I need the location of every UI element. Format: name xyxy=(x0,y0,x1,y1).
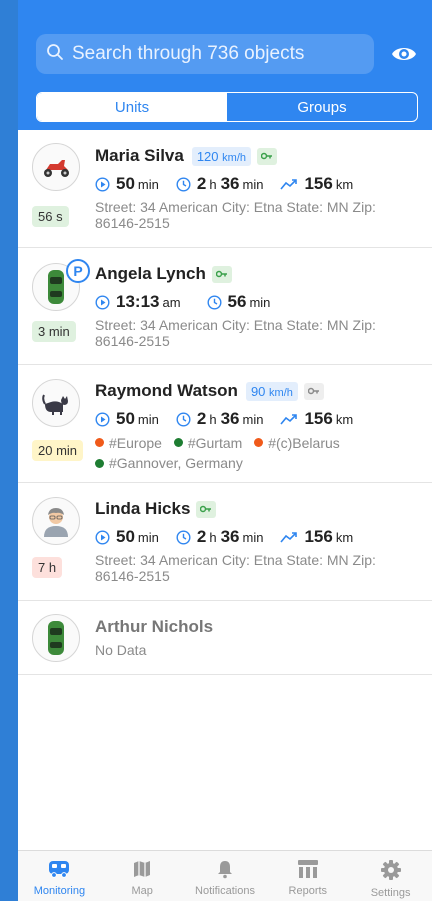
list-item[interactable]: P 3 min Angela Lynch 13:13 am 56 min Str… xyxy=(18,248,432,365)
clock-icon xyxy=(176,411,191,427)
unit-address: Street: 34 American City: Etna State: MN… xyxy=(95,199,376,231)
list-item[interactable]: 7 h Linda Hicks 50 min 2 h 36 min 156 km… xyxy=(18,483,432,601)
key-icon xyxy=(196,500,217,518)
list-item[interactable]: 20 min Raymond Watson 90 km/h 50 min 2 h 36… xyxy=(18,365,432,483)
tab-settings[interactable]: Settings xyxy=(349,851,432,901)
person-icon xyxy=(32,497,80,545)
search-input[interactable]: Search through 736 objects xyxy=(36,34,374,74)
group-tag: #Gannover, Germany xyxy=(95,453,243,473)
distance: 156 km xyxy=(280,409,357,429)
tab-monitoring[interactable]: Monitoring xyxy=(18,851,101,901)
last-update-badge: 3 min xyxy=(32,321,76,342)
play-circle-icon xyxy=(95,529,110,545)
cat-icon xyxy=(32,379,80,427)
group-tag: #Europe xyxy=(95,433,162,453)
scooter-icon xyxy=(32,143,80,191)
tab-notifications[interactable]: Notifications xyxy=(184,851,267,901)
total-duration: 2 h 36 min xyxy=(176,527,268,547)
unit-name: Linda Hicks xyxy=(95,499,191,518)
distance: 156 km xyxy=(280,174,357,194)
distance: 156 km xyxy=(280,527,357,547)
total-duration: 2 h 36 min xyxy=(176,409,268,429)
monitoring-screen: Search through 736 objects Units Groups … xyxy=(18,0,432,901)
key-icon xyxy=(211,265,232,283)
reports-icon xyxy=(297,860,318,878)
units-list: 56 s Maria Silva 120 km/h 50 min 2 h 36 min xyxy=(18,130,432,675)
tab-units[interactable]: Units xyxy=(37,93,227,121)
play-circle-icon xyxy=(95,294,110,310)
bell-icon xyxy=(217,861,232,879)
parking-duration: 56 min xyxy=(207,292,275,312)
tab-map[interactable]: Map xyxy=(101,851,184,901)
last-update-badge: 7 h xyxy=(32,557,63,578)
gear-icon xyxy=(380,860,401,880)
speed-badge: 120 km/h xyxy=(191,146,251,166)
last-update-badge: 56 s xyxy=(32,206,69,227)
play-circle-icon xyxy=(95,411,110,427)
group-tag: #Gurtam xyxy=(173,433,242,453)
header: Search through 736 objects Units Groups xyxy=(18,0,432,130)
clock-icon xyxy=(207,294,222,310)
search-placeholder: Search through 736 objects xyxy=(72,43,305,64)
list-item[interactable]: 56 s Maria Silva 120 km/h 50 min 2 h 36 min xyxy=(18,130,432,248)
left-edge-strip xyxy=(0,0,18,901)
play-circle-icon xyxy=(95,176,110,192)
key-icon xyxy=(257,147,277,165)
car-icon xyxy=(32,614,80,662)
key-icon xyxy=(303,382,324,400)
last-update-badge: 20 min xyxy=(32,440,84,461)
map-icon xyxy=(134,861,151,877)
total-duration: 2 h 36 min xyxy=(176,174,268,194)
unit-address: Street: 34 American City: Etna State: MN… xyxy=(95,552,376,584)
trend-icon xyxy=(280,414,298,425)
trend-icon xyxy=(280,532,298,543)
trip-duration: 50 min xyxy=(95,527,163,547)
unit-name: Angela Lynch xyxy=(95,264,206,283)
parking-icon: P xyxy=(66,259,90,283)
eye-icon[interactable] xyxy=(391,42,417,66)
search-icon xyxy=(46,43,64,66)
unit-name: Arthur Nichols xyxy=(95,617,214,636)
tab-reports[interactable]: Reports xyxy=(266,851,349,901)
bus-icon xyxy=(49,861,70,878)
tab-groups[interactable]: Groups xyxy=(227,93,417,121)
list-item[interactable]: Arthur Nichols No Data xyxy=(18,601,432,675)
trip-duration: 50 min xyxy=(95,174,163,194)
unit-groups: #Europe #Gurtam #(c)Belarus #Gannover, G… xyxy=(95,432,422,473)
speed-badge: 90 km/h xyxy=(245,381,298,401)
no-data-status: No Data xyxy=(95,642,147,658)
bottom-tab-bar: Monitoring Map Notifications Reports Set… xyxy=(18,850,432,901)
parking-start-time: 13:13 am xyxy=(95,292,185,312)
unit-address: Street: 34 American City: Etna State: MN… xyxy=(95,317,376,349)
unit-name: Maria Silva xyxy=(95,146,184,165)
trend-icon xyxy=(280,179,298,190)
group-tag: #(c)Belarus xyxy=(254,433,340,453)
units-groups-segmented-control: Units Groups xyxy=(36,92,418,122)
clock-icon xyxy=(176,176,191,192)
clock-icon xyxy=(176,529,191,545)
trip-duration: 50 min xyxy=(95,409,163,429)
unit-name: Raymond Watson xyxy=(95,381,238,400)
